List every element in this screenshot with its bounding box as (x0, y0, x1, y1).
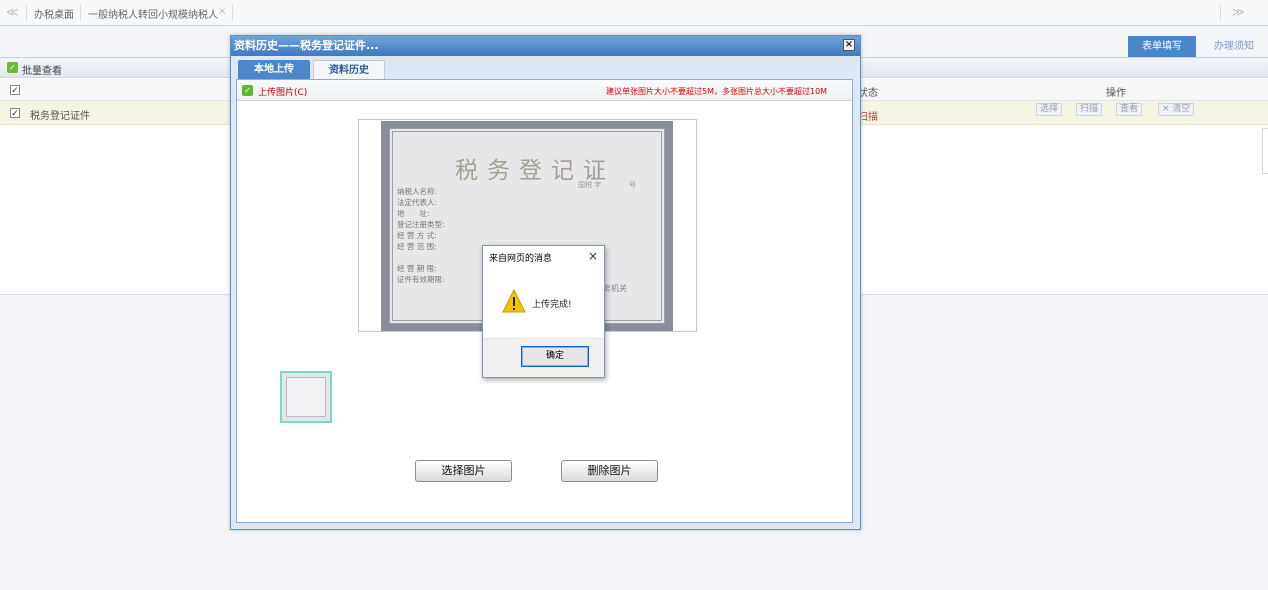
top-tab-bar: ≪ 办税桌面 一般纳税人转回小规模纳税人 × ≫ (0, 0, 1268, 26)
dialog-close-icon[interactable]: × (843, 39, 855, 51)
delete-image-button[interactable]: 删除图片 (561, 460, 658, 482)
alert-title: 来自网页的消息 (489, 254, 553, 264)
op-select-button[interactable]: 选择 (1036, 103, 1063, 116)
upload-image-label[interactable]: 上传图片(C) (258, 85, 307, 98)
dialog-title: 资料历史——税务登记证件... (231, 36, 860, 56)
warning-icon (502, 289, 526, 313)
tab-taxpayer-conversion[interactable]: 一般纳税人转回小规模纳税人 (88, 6, 218, 21)
ok-button[interactable]: 确定 (521, 346, 589, 367)
select-image-button[interactable]: 选择图片 (415, 460, 512, 482)
scroll-left-icon[interactable]: ≪ (6, 5, 19, 19)
divider (26, 5, 27, 21)
op-scan-button[interactable]: 扫描 (1076, 103, 1103, 116)
column-status: 状态 (858, 88, 878, 99)
tab-document-history[interactable]: 资料历史 (313, 60, 385, 79)
divider (80, 5, 81, 21)
certificate-number: 国税 字 号 (578, 181, 637, 189)
batch-view-icon[interactable]: ✓ (7, 62, 18, 73)
tab-close-icon[interactable]: × (218, 6, 226, 17)
alert-message: 上传完成! (532, 300, 572, 310)
batch-view-label[interactable]: 批量查看 (22, 62, 62, 77)
op-view-button[interactable]: 查看 (1116, 103, 1143, 116)
row-document-name: 税务登记证件 (30, 111, 90, 122)
upload-size-hint: 建议单张图片大小不要超过5M，多张图片总大小不要超过10M (606, 87, 828, 96)
side-collapse-tab[interactable] (1262, 128, 1268, 174)
certificate-fields: 纳税人名称: 法定代表人: 地 址: 登记注册类型: 经 营 方 式: 经 营 … (397, 187, 445, 284)
tab-local-upload[interactable]: 本地上传 (238, 60, 310, 79)
column-operations: 操作 (1106, 88, 1126, 99)
form-fill-button[interactable]: 表单填写 (1128, 36, 1196, 57)
select-all-checkbox[interactable]: ✓ (10, 85, 20, 96)
tab-tax-desktop[interactable]: 办税桌面 (34, 6, 74, 21)
row-checkbox[interactable]: ✓ (10, 108, 20, 119)
notice-button[interactable]: 办理须知 (1200, 36, 1268, 57)
row-status: 扫描 (858, 112, 878, 123)
divider (232, 5, 233, 21)
scroll-right-icon[interactable]: ≫ (1232, 5, 1245, 19)
alert-close-icon[interactable]: × (588, 249, 598, 263)
thumbnail-image (286, 377, 326, 417)
op-clear-button[interactable]: × 清空 (1158, 103, 1195, 116)
divider (1220, 5, 1221, 21)
upload-check-icon[interactable]: ✓ (242, 85, 253, 96)
